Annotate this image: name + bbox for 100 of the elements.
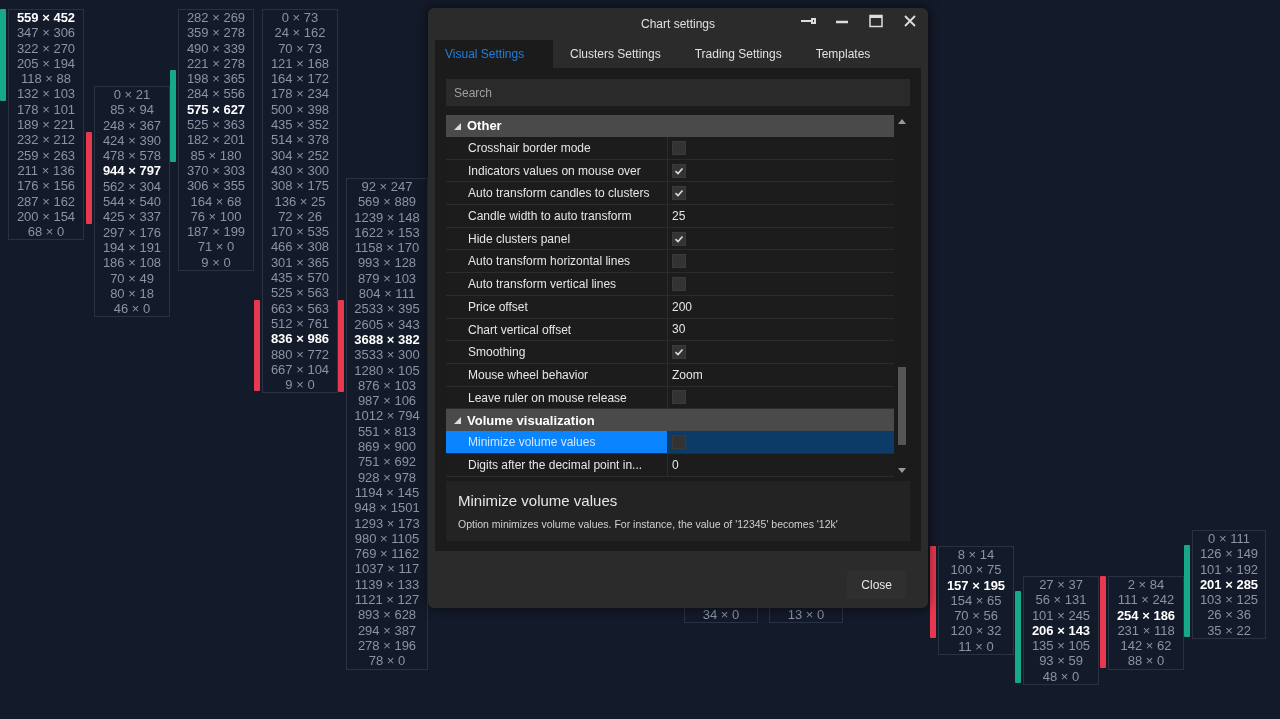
max-volume-cell-text: 157 × 195: [945, 577, 1007, 593]
volume-cell-text: 231 × 118: [1116, 622, 1176, 639]
property-value[interactable]: 200: [672, 297, 693, 316]
scroll-up-icon[interactable]: [898, 119, 906, 124]
volume-cell-text: 200 × 154: [15, 208, 77, 225]
property-value[interactable]: 30: [672, 320, 686, 339]
property-row[interactable]: Hide clusters panel: [446, 227, 894, 251]
volume-cell-text: 880 × 772: [269, 346, 331, 362]
volume-cell-text: 294 × 387: [356, 622, 418, 638]
check-icon: [674, 233, 684, 244]
property-row[interactable]: Price offset 200: [446, 295, 894, 319]
volume-cell-text: 93 × 59: [1038, 653, 1084, 669]
volume-cell-text: 667 × 104: [269, 361, 331, 378]
property-row[interactable]: Mouse wheel behavior Zoom: [446, 363, 894, 387]
collapse-triangle-icon: [454, 416, 461, 424]
volume-cell-text: 1293 × 173: [353, 515, 421, 531]
volume-cell-text: 194 × 191: [101, 239, 163, 256]
volume-cell-text: 27 × 37: [1038, 577, 1084, 593]
property-row[interactable]: Auto transform candles to clusters: [446, 182, 894, 206]
volume-cell-text: 111 × 242: [1116, 592, 1176, 608]
search-field[interactable]: Search: [446, 79, 910, 106]
volume-cell-text: 948 × 1501: [353, 500, 421, 516]
volume-cell-text: 182 × 201: [185, 132, 247, 148]
volume-cell-text: 306 × 355: [185, 178, 247, 194]
volume-cell-text: 1158 × 170: [353, 240, 421, 256]
volume-cell-text: 893 × 628: [356, 607, 418, 623]
tab[interactable]: Trading Settings: [677, 40, 799, 68]
property-row[interactable]: Digits after the decimal point in... 0: [446, 453, 894, 477]
volume-cell-text: 1037 × 117: [353, 561, 421, 577]
scroll-thumb[interactable]: [898, 367, 906, 445]
maximize-icon[interactable]: [866, 14, 886, 28]
volume-cell-text: 9 × 0: [200, 254, 232, 271]
property-row[interactable]: Crosshair border mode: [446, 137, 894, 160]
volume-cell-text: 1280 × 105: [353, 362, 421, 378]
property-name: Auto transform vertical lines: [446, 273, 668, 295]
volume-cell-text: 1194 × 145: [353, 484, 421, 501]
volume-cell-text: 769 × 1162: [353, 546, 421, 562]
property-value[interactable]: 0: [672, 455, 679, 474]
volume-cell-text: 76 × 100: [189, 208, 243, 225]
volume-cell-text: 198 × 365: [185, 71, 247, 87]
volume-cell-text: 0 × 21: [112, 87, 152, 103]
property-value[interactable]: 25: [672, 206, 686, 225]
volume-cell-text: 879 × 103: [356, 270, 418, 287]
volume-cell-text: 435 × 570: [269, 270, 331, 286]
checkbox[interactable]: [672, 186, 686, 201]
tab[interactable]: Clusters Settings: [553, 40, 678, 68]
volume-cell-text: 11 × 0: [957, 638, 995, 655]
volume-cell-text: 88 × 0: [1126, 653, 1166, 669]
scroll-down-icon[interactable]: [898, 468, 906, 473]
volume-cell-text: 136 × 25: [273, 193, 327, 209]
checkbox[interactable]: [672, 140, 686, 155]
property-row[interactable]: Indicators values on mouse over: [446, 159, 894, 183]
volume-cell-text: 189 × 221: [15, 117, 77, 133]
property-row[interactable]: Auto transform vertical lines: [446, 273, 894, 296]
category-header[interactable]: Other: [446, 115, 894, 137]
checkbox[interactable]: [672, 345, 686, 360]
property-row[interactable]: Auto transform horizontal lines: [446, 250, 894, 274]
checkbox[interactable]: [672, 435, 686, 450]
property-row[interactable]: Candle width to auto transform 25: [446, 205, 894, 228]
volume-cell-text: 8 × 14: [956, 547, 996, 563]
volume-cell-text: 304 × 252: [269, 147, 331, 163]
volume-cell-text: 135 × 105: [1030, 638, 1092, 654]
volume-cell-text: 751 × 692: [356, 454, 418, 470]
tab[interactable]: Visual Settings: [435, 40, 553, 68]
close-button[interactable]: Close: [847, 571, 906, 600]
volume-cell-text: 478 × 578: [101, 148, 163, 164]
volume-cell-text: 424 × 390: [101, 132, 163, 149]
window-title: Chart settings: [640, 16, 715, 33]
checkbox[interactable]: [672, 276, 686, 291]
category-header[interactable]: Volume visualization: [446, 409, 894, 432]
volume-cell-text: 232 × 212: [15, 132, 77, 148]
property-name: Auto transform horizontal lines: [446, 250, 668, 273]
volume-cell-text: 35 × 22: [1206, 622, 1252, 639]
volume-cell-text: 993 × 128: [356, 255, 418, 271]
checkbox[interactable]: [672, 163, 686, 178]
volume-cell-text: 551 × 813: [356, 423, 418, 440]
volume-cell-text: 928 × 978: [356, 469, 418, 485]
property-row[interactable]: Smoothing: [446, 341, 894, 364]
volume-cell-text: 525 × 563: [269, 285, 331, 301]
tab[interactable]: Templates: [798, 40, 888, 68]
volume-cell-text: 248 × 367: [101, 117, 163, 133]
property-row[interactable]: Chart vertical offset 30: [446, 318, 894, 342]
property-value[interactable]: Zoom: [672, 365, 703, 384]
checkbox[interactable]: [672, 390, 686, 405]
volume-cell-text: 9 × 0: [284, 377, 316, 393]
volume-cell-text: 205 × 194: [15, 55, 77, 72]
checkbox[interactable]: [672, 231, 686, 246]
volume-cell-text: 347 × 306: [15, 25, 77, 41]
volume-cell-text: 2533 × 395: [353, 301, 421, 317]
checkbox[interactable]: [672, 254, 686, 269]
property-name: Leave ruler on mouse release: [446, 386, 668, 409]
property-name: Smoothing: [446, 341, 668, 363]
volume-cell-text: 514 × 378: [269, 132, 331, 148]
volume-cell-text: 187 × 199: [185, 224, 247, 240]
volume-cell-text: 1012 × 794: [353, 408, 421, 424]
volume-cell-text: 142 × 62: [1119, 638, 1173, 654]
volume-cell-text: 71 × 0: [196, 239, 236, 255]
volume-cell-text: 301 × 365: [269, 254, 331, 271]
property-row[interactable]: Leave ruler on mouse release: [446, 386, 894, 410]
volume-cell-text: 0 × 111: [1207, 531, 1251, 547]
